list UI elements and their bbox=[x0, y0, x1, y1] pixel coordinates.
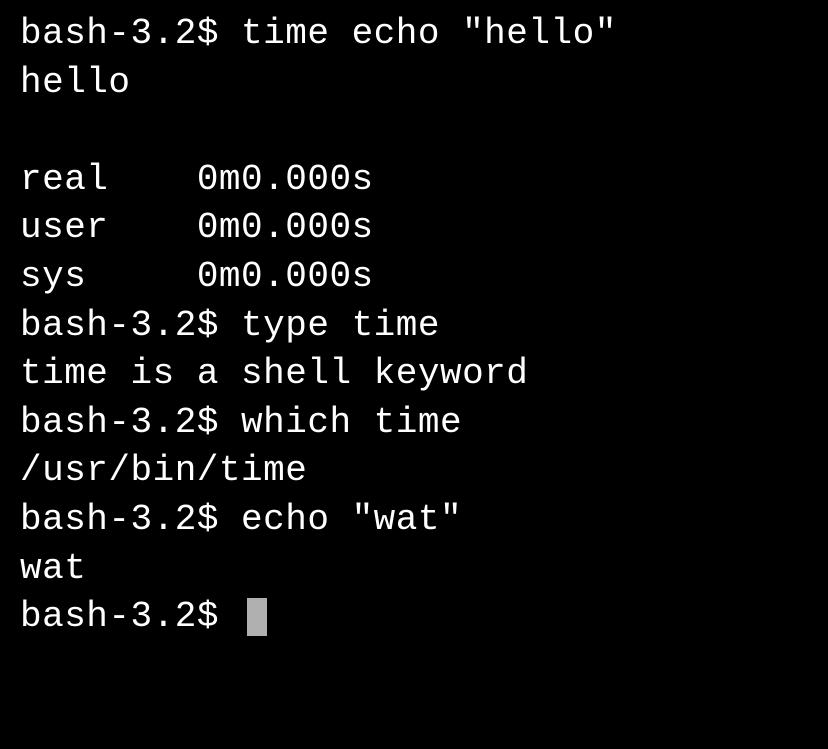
terminal-line: time is a shell keyword bbox=[20, 350, 808, 399]
terminal-line: bash-3.2$ bbox=[20, 593, 808, 642]
output-text: /usr/bin/time bbox=[20, 450, 307, 491]
output-text: sys 0m0.000s bbox=[20, 256, 374, 297]
shell-prompt: bash-3.2$ bbox=[20, 499, 241, 540]
output-text: time is a shell keyword bbox=[20, 353, 528, 394]
output-text: hello bbox=[20, 62, 131, 103]
command-text: time echo "hello" bbox=[241, 13, 617, 54]
terminal-output[interactable]: bash-3.2$ time echo "hello"hello real 0m… bbox=[20, 10, 808, 642]
terminal-line: bash-3.2$ which time bbox=[20, 399, 808, 448]
terminal-line bbox=[20, 107, 808, 156]
terminal-line: user 0m0.000s bbox=[20, 204, 808, 253]
shell-prompt: bash-3.2$ bbox=[20, 305, 241, 346]
terminal-line: sys 0m0.000s bbox=[20, 253, 808, 302]
cursor-icon[interactable] bbox=[247, 598, 267, 636]
shell-prompt: bash-3.2$ bbox=[20, 13, 241, 54]
terminal-line: /usr/bin/time bbox=[20, 447, 808, 496]
terminal-line: hello bbox=[20, 59, 808, 108]
command-text: which time bbox=[241, 402, 462, 443]
terminal-line: bash-3.2$ echo "wat" bbox=[20, 496, 808, 545]
command-text: type time bbox=[241, 305, 440, 346]
shell-prompt: bash-3.2$ bbox=[20, 593, 241, 642]
output-text: user 0m0.000s bbox=[20, 207, 374, 248]
terminal-line: wat bbox=[20, 545, 808, 594]
output-text: wat bbox=[20, 548, 86, 589]
shell-prompt: bash-3.2$ bbox=[20, 402, 241, 443]
terminal-line: bash-3.2$ type time bbox=[20, 302, 808, 351]
output-text: real 0m0.000s bbox=[20, 159, 374, 200]
terminal-line: real 0m0.000s bbox=[20, 156, 808, 205]
terminal-line: bash-3.2$ time echo "hello" bbox=[20, 10, 808, 59]
command-text: echo "wat" bbox=[241, 499, 462, 540]
